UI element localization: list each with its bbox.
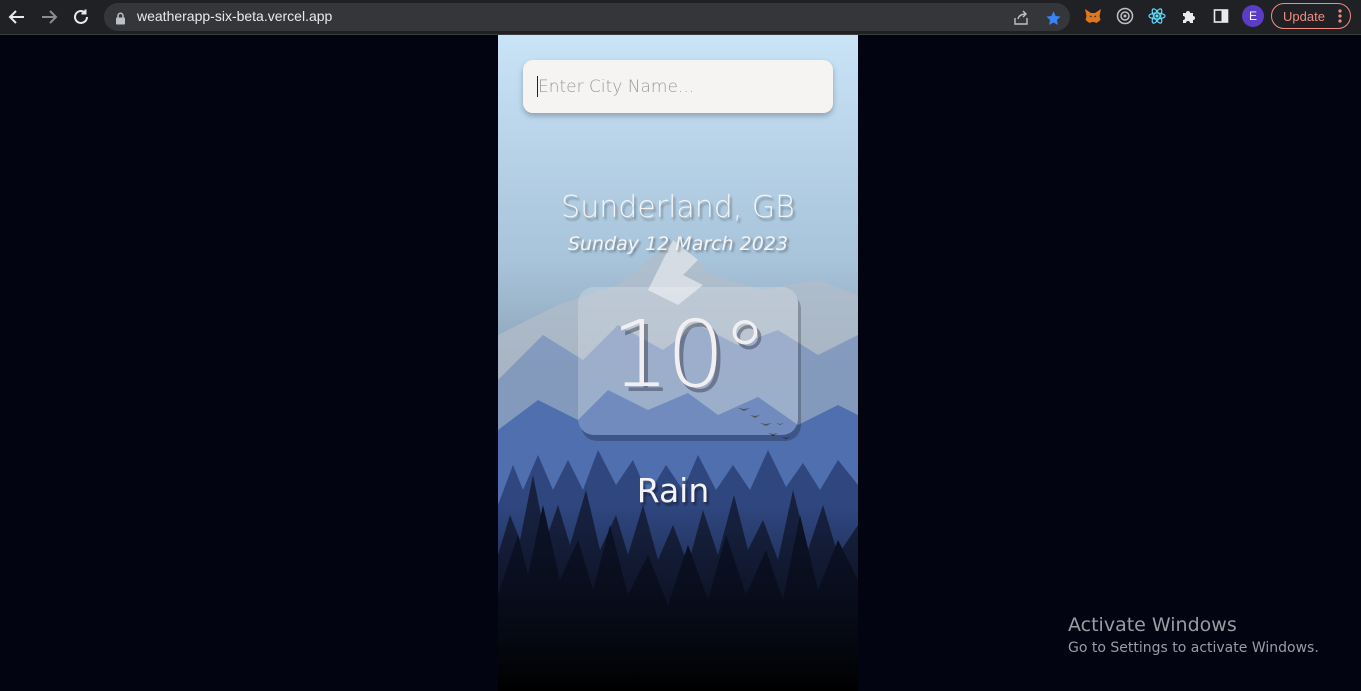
profile-avatar[interactable]: E [1242,5,1264,27]
metamask-fox-icon[interactable] [1083,6,1103,26]
side-panel-icon[interactable] [1211,6,1231,26]
back-arrow-icon[interactable] [5,5,29,29]
url-text[interactable]: weatherapp-six-beta.vercel.app [137,8,332,24]
current-date: Sunday 12 March 2023 [567,233,789,255]
temperature-card: 10° [578,287,798,435]
target-extension-icon[interactable] [1115,6,1135,26]
reload-icon[interactable] [69,5,93,29]
share-icon[interactable] [1012,9,1030,27]
react-devtools-icon[interactable] [1147,6,1167,26]
activate-windows-subtitle: Go to Settings to activate Windows. [1068,640,1319,656]
bookmark-star-icon[interactable] [1044,9,1062,27]
update-label: Update [1283,8,1325,24]
temperature-value: 10° [610,301,768,408]
location-title: Sunderland, GB [561,190,795,225]
city-search-input[interactable] [523,60,833,113]
weather-condition: Rain [636,471,710,510]
lock-icon[interactable] [115,10,126,29]
address-bar[interactable]: weatherapp-six-beta.vercel.app [104,3,1070,31]
weather-app: Sunderland, GB Sunday 12 March 2023 10° … [498,35,858,691]
update-button[interactable]: Update [1271,3,1351,29]
activate-windows-title: Activate Windows [1068,614,1237,636]
puzzle-extensions-icon[interactable] [1179,6,1199,26]
browser-toolbar: weatherapp-six-beta.vercel.app E Update [0,0,1361,35]
kebab-menu-icon[interactable] [1338,8,1342,27]
text-caret [537,76,538,97]
forward-arrow-icon[interactable] [37,5,61,29]
